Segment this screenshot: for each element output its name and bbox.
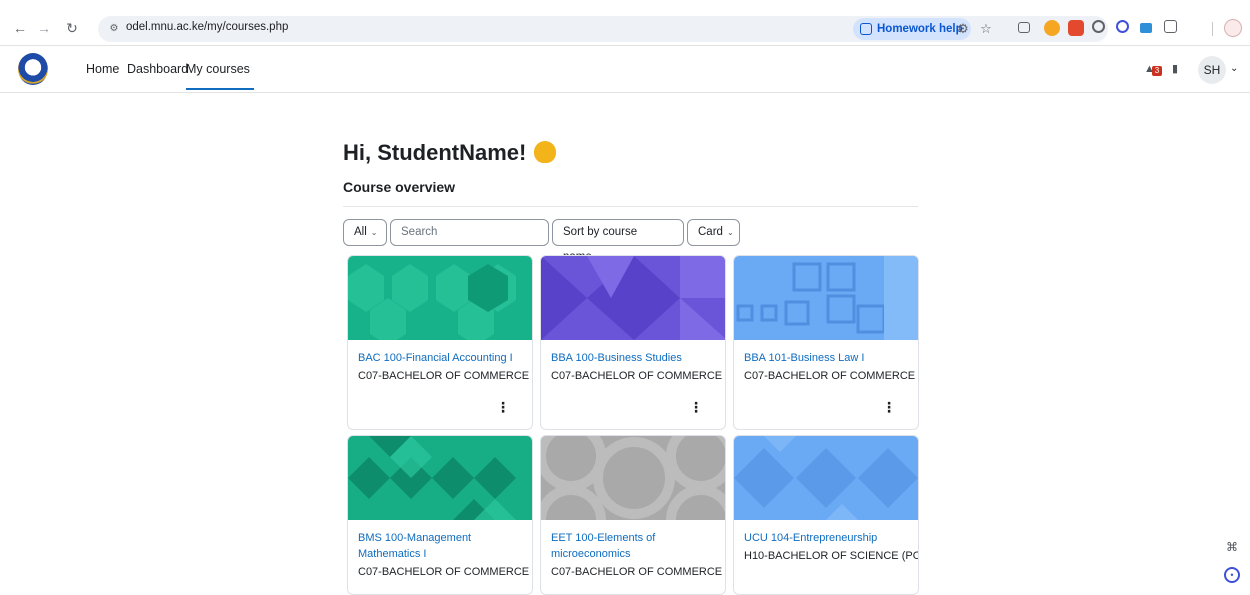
forward-arrow-icon[interactable]: → bbox=[34, 18, 54, 38]
chevron-down-icon: ⌄ bbox=[370, 228, 378, 237]
address-bar[interactable]: ⚙ odel.mnu.ac.ke/my/courses.php Homework… bbox=[98, 16, 1108, 42]
command-shortcut-icon[interactable]: ⌘ bbox=[1222, 537, 1242, 557]
course-pattern bbox=[734, 436, 918, 520]
nav-my-courses[interactable]: My courses bbox=[186, 62, 254, 90]
course-title-link[interactable]: BBA 100-Business Studies bbox=[551, 350, 715, 366]
course-card[interactable]: BBA 100-Business Studies C07-BACHELOR OF… bbox=[540, 255, 726, 430]
course-title-link[interactable]: BAC 100-Financial Accounting I bbox=[358, 350, 522, 366]
search-input[interactable]: Search bbox=[390, 219, 549, 246]
camera-icon[interactable] bbox=[1018, 22, 1030, 33]
nav-home[interactable]: Home bbox=[86, 62, 119, 76]
notification-count-badge: 3 bbox=[1152, 66, 1162, 76]
assistant-icon[interactable]: • bbox=[1224, 567, 1240, 583]
puzzle-icon[interactable] bbox=[1164, 20, 1177, 33]
course-title-link[interactable]: UCU 104-Entrepreneurship bbox=[744, 530, 908, 546]
back-arrow-icon[interactable]: ← bbox=[10, 18, 30, 38]
course-image[interactable] bbox=[541, 256, 725, 340]
course-image[interactable] bbox=[734, 436, 918, 520]
extension-c-icon[interactable] bbox=[1092, 20, 1105, 33]
grouping-label: All bbox=[354, 226, 367, 238]
course-card[interactable]: BAC 100-Financial Accounting I C07-BACHE… bbox=[347, 255, 533, 430]
course-card[interactable]: UCU 104-Entrepreneurship H10-BACHELOR OF… bbox=[733, 435, 919, 595]
user-menu-chevron-down-icon[interactable]: ⌄ bbox=[1230, 63, 1238, 74]
browser-profile-icon[interactable] bbox=[1224, 19, 1242, 37]
page-greeting: Hi, StudentName! bbox=[343, 140, 557, 166]
waving-hand-icon bbox=[534, 141, 557, 163]
course-category: C07-BACHELOR OF COMMERCE (... bbox=[551, 566, 726, 578]
grouping-dropdown[interactable]: All ⌄ bbox=[343, 219, 387, 246]
course-title-link[interactable]: EET 100-Elements of microeconomics bbox=[551, 530, 715, 562]
reload-icon[interactable]: ↻ bbox=[62, 18, 82, 38]
course-card[interactable]: EET 100-Elements of microeconomics C07-B… bbox=[540, 435, 726, 595]
course-pattern bbox=[734, 256, 918, 340]
course-pattern bbox=[541, 436, 725, 520]
nav-dashboard[interactable]: Dashboard bbox=[127, 62, 188, 76]
sort-dropdown[interactable]: Sort by course name⌄ bbox=[552, 219, 684, 263]
course-title-link[interactable]: BBA 101-Business Law I bbox=[744, 350, 908, 366]
course-pattern bbox=[348, 436, 532, 520]
course-image[interactable] bbox=[348, 256, 532, 340]
homework-help-label: Homework help bbox=[877, 23, 963, 35]
extension-b-icon[interactable] bbox=[1068, 20, 1084, 36]
university-logo[interactable] bbox=[18, 53, 48, 85]
site-info-icon[interactable]: ⚙ bbox=[106, 21, 122, 37]
course-overview-heading: Course overview bbox=[343, 179, 456, 195]
course-category: H10-BACHELOR OF SCIENCE (PO... bbox=[744, 550, 919, 562]
toolbar-divider bbox=[1212, 22, 1213, 36]
course-category: C07-BACHELOR OF COMMERCE (... bbox=[358, 370, 533, 382]
user-avatar[interactable]: SH bbox=[1198, 56, 1226, 84]
course-category: C07-BACHELOR OF COMMERCE (... bbox=[744, 370, 919, 382]
course-card[interactable]: BBA 101-Business Law I C07-BACHELOR OF C… bbox=[733, 255, 919, 430]
homework-help-button[interactable]: Homework help bbox=[853, 18, 971, 40]
chevron-down-icon: ⌄ bbox=[726, 228, 734, 237]
section-divider bbox=[343, 206, 918, 207]
course-title-link[interactable]: BMS 100-Management Mathematics I bbox=[358, 530, 522, 562]
browser-toolbar: ← → ↻ ⚙ odel.mnu.ac.ke/my/courses.php Ho… bbox=[0, 10, 1250, 46]
homework-help-icon bbox=[860, 23, 872, 35]
course-category: C07-BACHELOR OF COMMERCE (... bbox=[358, 566, 533, 578]
course-image[interactable] bbox=[734, 256, 918, 340]
course-actions-menu-icon[interactable]: ⋮ bbox=[496, 400, 510, 414]
password-key-icon[interactable]: ⚙ bbox=[955, 21, 971, 37]
course-pattern bbox=[541, 256, 725, 340]
course-image[interactable] bbox=[541, 436, 725, 520]
course-category: C07-BACHELOR OF COMMERCE (... bbox=[551, 370, 726, 382]
view-dropdown[interactable]: Card ⌄ bbox=[687, 219, 740, 246]
url-text[interactable]: odel.mnu.ac.ke/my/courses.php bbox=[126, 21, 288, 33]
view-label: Card bbox=[698, 226, 723, 238]
extension-a-icon[interactable] bbox=[1044, 20, 1060, 36]
course-actions-menu-icon[interactable]: ⋮ bbox=[882, 400, 896, 414]
extension-e-icon[interactable] bbox=[1140, 23, 1152, 33]
course-image[interactable] bbox=[348, 436, 532, 520]
greeting-text: Hi, StudentName! bbox=[343, 140, 527, 165]
bookmark-star-icon[interactable]: ☆ bbox=[978, 21, 994, 37]
course-card[interactable]: BMS 100-Management Mathematics I C07-BAC… bbox=[347, 435, 533, 595]
messages-icon[interactable]: ▮ bbox=[1172, 62, 1186, 75]
extension-d-icon[interactable] bbox=[1116, 20, 1129, 33]
site-navbar: Home Dashboard My courses ▲ 3 ▮ SH ⌄ bbox=[0, 47, 1250, 93]
course-actions-menu-icon[interactable]: ⋮ bbox=[689, 400, 703, 414]
course-pattern bbox=[348, 256, 532, 340]
